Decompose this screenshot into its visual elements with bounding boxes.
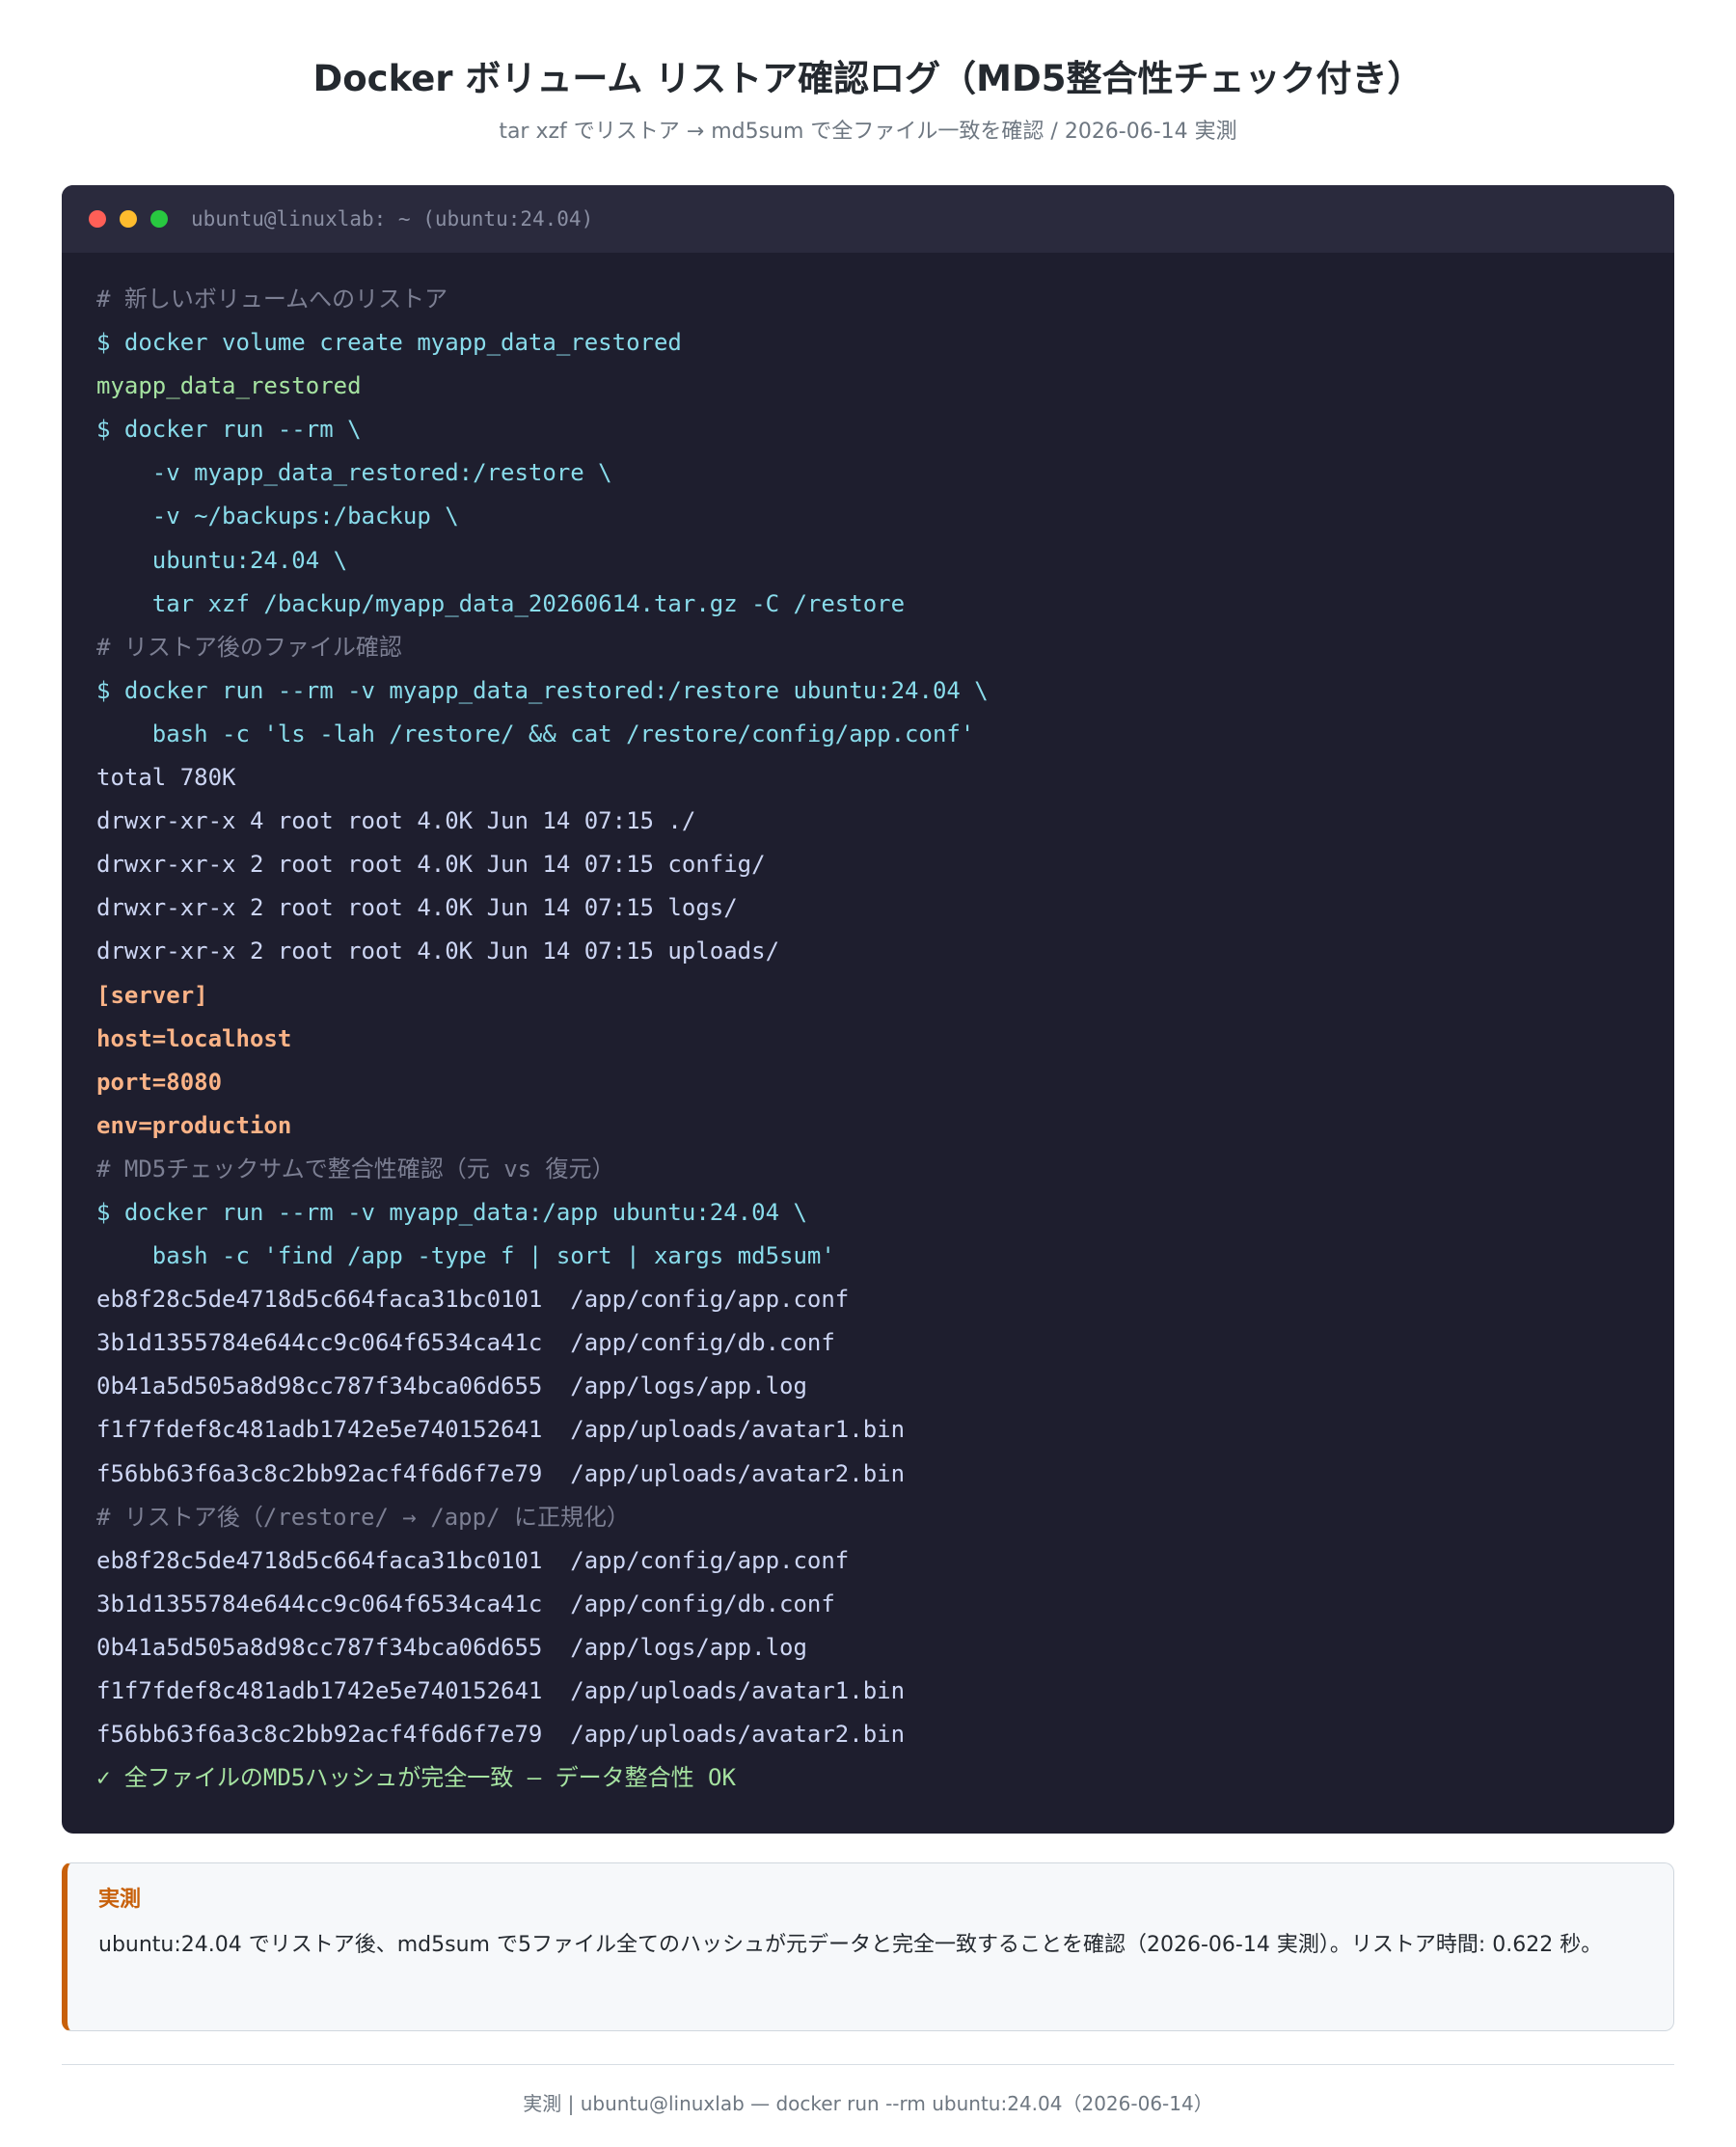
- terminal-line-cmd: $ docker run --rm \: [96, 416, 362, 444]
- terminal-line-comment: # MD5チェックサムで整合性確認（元 vs 復元）: [96, 1155, 615, 1182]
- page: Docker ボリューム リストア確認ログ（MD5整合性チェック付き） tar …: [0, 0, 1736, 2147]
- terminal-window-title: ubuntu@linuxlab: ~ (ubuntu:24.04): [191, 207, 594, 231]
- note-text: ubuntu:24.04 でリストア後、md5sum で5ファイル全てのハッシュ…: [98, 1933, 1603, 1957]
- minimize-dot-icon[interactable]: [120, 210, 137, 228]
- terminal-output[interactable]: # 新しいボリュームへのリストア $ docker volume create m…: [62, 253, 1674, 1800]
- result-note: 実測 ubuntu:24.04 でリストア後、md5sum で5ファイル全てのハ…: [62, 1862, 1674, 2031]
- terminal-line-cmd: tar xzf /backup/myapp_data_20260614.tar.…: [96, 589, 906, 617]
- terminal-line-out: eb8f28c5de4718d5c664faca31bc0101 /app/co…: [96, 1546, 850, 1574]
- terminal-line-cfg: host=localhost: [96, 1024, 292, 1052]
- terminal-window: ubuntu@linuxlab: ~ (ubuntu:24.04) # 新しいボ…: [62, 185, 1674, 1834]
- page-subtitle: tar xzf でリストア → md5sum で全ファイル一致を確認 / 202…: [499, 120, 1237, 144]
- terminal-line-out: eb8f28c5de4718d5c664faca31bc0101 /app/co…: [96, 1286, 850, 1314]
- maximize-dot-icon[interactable]: [150, 210, 168, 228]
- terminal-line-out: total 780K: [96, 764, 236, 792]
- footer-divider: [62, 2064, 1674, 2065]
- terminal-line-ok: myapp_data_restored: [96, 372, 362, 400]
- terminal-line-ok: ✓ 全ファイルのMD5ハッシュが完全一致 — データ整合性 OK: [96, 1764, 736, 1792]
- page-title: Docker ボリューム リストア確認ログ（MD5整合性チェック付き）: [312, 58, 1424, 99]
- terminal-line-cmd: -v ~/backups:/backup \: [96, 503, 459, 530]
- terminal-line-cmd: $ docker volume create myapp_data_restor…: [96, 329, 682, 357]
- close-dot-icon[interactable]: [89, 210, 106, 228]
- terminal-line-out: drwxr-xr-x 2 root root 4.0K Jun 14 07:15…: [96, 851, 766, 879]
- terminal-line-out: 3b1d1355784e644cc9c064f6534ca41c /app/co…: [96, 1329, 835, 1357]
- terminal-line-cmd: bash -c 'ls -lah /restore/ && cat /resto…: [96, 720, 975, 747]
- terminal-line-out: f56bb63f6a3c8c2bb92acf4f6d6f7e79 /app/up…: [96, 1721, 906, 1749]
- terminal-line-cmd: ubuntu:24.04 \: [96, 546, 348, 574]
- terminal-line-cmd: $ docker run --rm -v myapp_data:/app ubu…: [96, 1198, 807, 1226]
- terminal-line-cfg: env=production: [96, 1111, 292, 1139]
- page-footer: 実測 | ubuntu@linuxlab — docker run --rm u…: [523, 2092, 1213, 2115]
- terminal-line-cfg: port=8080: [96, 1068, 223, 1096]
- terminal-line-out: 0b41a5d505a8d98cc787f34bca06d655 /app/lo…: [96, 1633, 807, 1661]
- terminal-line-comment: # リストア後（/restore/ → /app/ に正規化）: [96, 1503, 630, 1531]
- terminal-line-comment: # リストア後のファイル確認: [96, 633, 402, 661]
- terminal-line-comment: # 新しいボリュームへのリストア: [96, 285, 448, 313]
- terminal-line-cmd: $ docker run --rm -v myapp_data_restored…: [96, 676, 989, 704]
- terminal-line-cmd: bash -c 'find /app -type f | sort | xarg…: [96, 1242, 835, 1270]
- terminal-line-out: f1f7fdef8c481adb1742e5e740152641 /app/up…: [96, 1416, 906, 1444]
- terminal-line-out: f1f7fdef8c481adb1742e5e740152641 /app/up…: [96, 1677, 906, 1704]
- terminal-line-cfg: [server]: [96, 981, 208, 1009]
- terminal-title-bar: ubuntu@linuxlab: ~ (ubuntu:24.04): [62, 185, 1674, 253]
- terminal-line-out: 0b41a5d505a8d98cc787f34bca06d655 /app/lo…: [96, 1372, 807, 1400]
- note-heading: 実測: [98, 1888, 142, 1912]
- terminal-line-out: f56bb63f6a3c8c2bb92acf4f6d6f7e79 /app/up…: [96, 1459, 906, 1487]
- terminal-line-out: drwxr-xr-x 4 root root 4.0K Jun 14 07:15…: [96, 807, 696, 835]
- terminal-line-cmd: -v myapp_data_restored:/restore \: [96, 459, 612, 487]
- terminal-line-out: 3b1d1355784e644cc9c064f6534ca41c /app/co…: [96, 1590, 835, 1617]
- terminal-line-out: drwxr-xr-x 2 root root 4.0K Jun 14 07:15…: [96, 938, 780, 965]
- terminal-line-out: drwxr-xr-x 2 root root 4.0K Jun 14 07:15…: [96, 894, 738, 922]
